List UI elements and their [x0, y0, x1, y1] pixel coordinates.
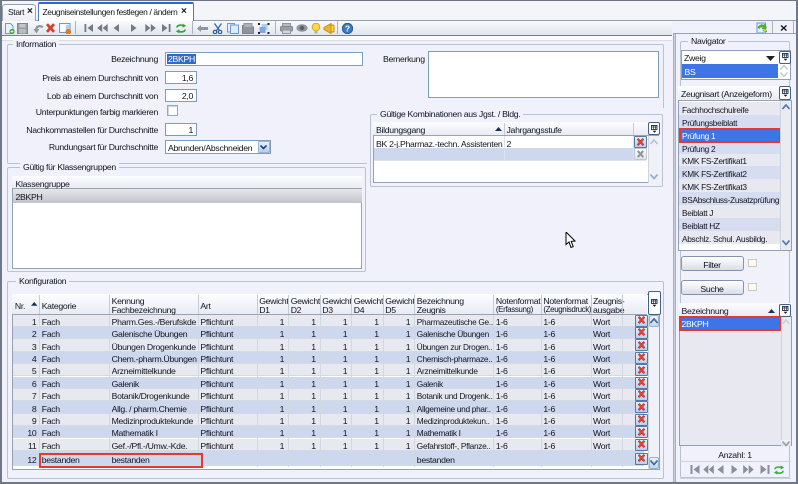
- svg-text:?: ?: [344, 23, 349, 33]
